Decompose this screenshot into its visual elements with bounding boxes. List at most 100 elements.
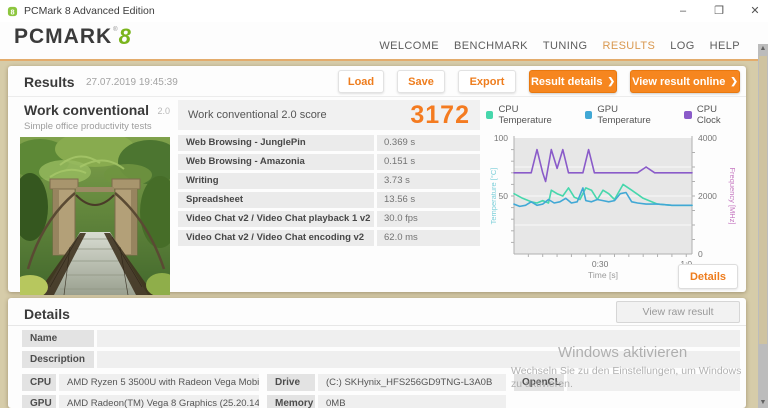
subscore-value: 3.73 s <box>377 173 480 189</box>
subscore-label: Spreadsheet <box>178 192 374 208</box>
line-chart: 501000200040000:301:0Time [s]Temperature… <box>488 134 738 284</box>
nav-tuning[interactable]: TUNING <box>543 40 588 52</box>
load-button[interactable]: Load <box>338 70 384 93</box>
export-button[interactable]: Export <box>458 70 516 93</box>
chevron-right-icon: ❯ <box>730 76 738 87</box>
nav-results[interactable]: RESULTS <box>602 40 655 52</box>
view-result-online-button[interactable]: View result online ❯ <box>630 70 740 93</box>
memory-label: Memory <box>267 395 315 408</box>
pcmark-window: 8 PCMark 8 Advanced Edition – ❐ ✕ PCMARK… <box>0 0 768 408</box>
score-label: Work conventional 2.0 score <box>188 109 410 121</box>
scroll-up-icon[interactable]: ▲ <box>758 44 768 54</box>
main-nav: WELCOME BENCHMARK TUNING RESULTS LOG HEL… <box>379 40 740 52</box>
svg-text:0:30: 0:30 <box>592 259 609 269</box>
description-value <box>97 351 740 368</box>
legend-gpu-temperature: GPU Temperature <box>585 104 668 126</box>
legend-label: GPU Temperature <box>597 104 668 126</box>
result-timestamp: 27.07.2019 19:45:39 <box>86 77 178 88</box>
legend-cpu-clock: CPU Clock <box>684 104 740 126</box>
save-button[interactable]: Save <box>397 70 445 93</box>
test-name: Work conventional <box>24 102 149 118</box>
table-row: Spreadsheet13.56 s <box>178 192 480 208</box>
chevron-right-icon: ❯ <box>607 76 615 87</box>
logo-text: PCMARK <box>14 25 112 49</box>
subscore-label: Web Browsing - JunglePin <box>178 135 374 151</box>
svg-text:100: 100 <box>494 134 508 143</box>
test-subtitle: Simple office productivity tests <box>24 121 170 132</box>
gpu-temp-swatch-icon <box>585 111 592 119</box>
result-details-button[interactable]: Result details❯ <box>529 70 617 93</box>
test-card: 2.0 Work conventional Simple office prod… <box>20 96 170 292</box>
svg-text:Frequency [MHz]: Frequency [MHz] <box>728 167 737 224</box>
hardware-row: GPU AMD Radeon(TM) Vega 8 Graphics (25.2… <box>22 395 740 408</box>
details-heading: Details <box>24 306 70 322</box>
table-row: Writing3.73 s <box>178 173 480 189</box>
cpu-value: AMD Ryzen 5 3500U with Radeon Vega Mobil… <box>59 374 259 391</box>
svg-text:Temperature [°C]: Temperature [°C] <box>489 168 498 225</box>
test-photo <box>20 137 170 295</box>
nav-log[interactable]: LOG <box>670 40 694 52</box>
results-toolbar: Load Save Export Result details❯ View re… <box>338 70 740 93</box>
results-panel-body: 2.0 Work conventional Simple office prod… <box>8 96 746 292</box>
svg-text:4000: 4000 <box>698 134 717 143</box>
app-icon: 8 <box>7 6 18 17</box>
subscore-value: 30.0 fps <box>377 211 480 227</box>
details-panel: Details View raw result Name Description… <box>8 298 746 408</box>
nav-benchmark[interactable]: BENCHMARK <box>454 40 528 52</box>
name-value <box>97 330 740 347</box>
subscore-label: Video Chat v2 / Video Chat encoding v2 <box>178 230 374 246</box>
scroll-down-icon[interactable]: ▼ <box>758 398 768 408</box>
cpu-label: CPU <box>22 374 56 391</box>
svg-text:Time [s]: Time [s] <box>588 270 618 280</box>
gpu-value: AMD Radeon(TM) Vega 8 Graphics (25.20.14… <box>59 395 259 408</box>
score-value: 3172 <box>410 101 470 130</box>
window-controls: – ❐ ✕ <box>676 0 762 22</box>
score-header-row: Work conventional 2.0 score 3172 <box>178 100 480 130</box>
table-row: Web Browsing - Amazonia0.151 s <box>178 154 480 170</box>
name-row: Name <box>22 330 740 347</box>
description-label: Description <box>22 351 94 368</box>
gpu-label: GPU <box>22 395 56 408</box>
window-title: PCMark 8 Advanced Edition <box>24 5 155 17</box>
close-icon[interactable]: ✕ <box>748 0 762 22</box>
details-panel-header: Details View raw result <box>8 298 746 326</box>
nav-help[interactable]: HELP <box>710 40 740 52</box>
minimize-icon[interactable]: – <box>676 0 690 22</box>
score-table: Work conventional 2.0 score 3172 Web Bro… <box>178 100 480 292</box>
drive-label: Drive <box>267 374 315 391</box>
subscore-value: 13.56 s <box>377 192 480 208</box>
opencl-value <box>567 374 740 391</box>
pcmark-logo: PCMARK ® 8 <box>14 25 131 49</box>
scrollbar-thumb[interactable] <box>759 56 767 344</box>
svg-text:8: 8 <box>10 7 14 16</box>
registered-mark: ® <box>113 27 117 33</box>
view-online-label: View result online <box>632 76 725 88</box>
results-panel: Results 27.07.2019 19:45:39 Load Save Ex… <box>8 66 746 292</box>
name-label: Name <box>22 330 94 347</box>
maximize-icon[interactable]: ❐ <box>712 0 726 22</box>
drive-value: (C:) SKHynix_HFS256GD9TNG-L3A0B <box>318 374 506 391</box>
subscore-value: 62.0 ms <box>377 230 480 246</box>
svg-text:50: 50 <box>499 191 509 201</box>
monitoring-chart: CPU Temperature GPU Temperature CPU Cloc… <box>486 96 740 292</box>
chart-legend: CPU Temperature GPU Temperature CPU Cloc… <box>486 104 740 126</box>
svg-text:2000: 2000 <box>698 191 717 201</box>
subscore-value: 0.151 s <box>377 154 480 170</box>
scrollbar[interactable]: ▲ ▼ <box>758 44 768 408</box>
table-row: Web Browsing - JunglePin0.369 s <box>178 135 480 151</box>
description-row: Description <box>22 351 740 368</box>
view-raw-result-button[interactable]: View raw result <box>616 301 740 323</box>
details-rows: Name Description CPU AMD Ryzen 5 3500U w… <box>22 330 740 408</box>
subscore-label: Web Browsing - Amazonia <box>178 154 374 170</box>
legend-label: CPU Clock <box>697 104 740 126</box>
results-panel-header: Results 27.07.2019 19:45:39 Load Save Ex… <box>8 66 746 97</box>
table-row: Video Chat v2 / Video Chat encoding v262… <box>178 230 480 246</box>
test-version: 2.0 <box>157 106 170 116</box>
opencl-label: OpenCL <box>514 374 564 391</box>
chart-details-button[interactable]: Details <box>678 264 738 289</box>
titlebar: 8 PCMark 8 Advanced Edition – ❐ ✕ <box>0 0 768 22</box>
nav-welcome[interactable]: WELCOME <box>379 40 439 52</box>
subscore-label: Video Chat v2 / Video Chat playback 1 v2 <box>178 211 374 227</box>
cpu-clock-swatch-icon <box>684 111 691 119</box>
subscore-value: 0.369 s <box>377 135 480 151</box>
